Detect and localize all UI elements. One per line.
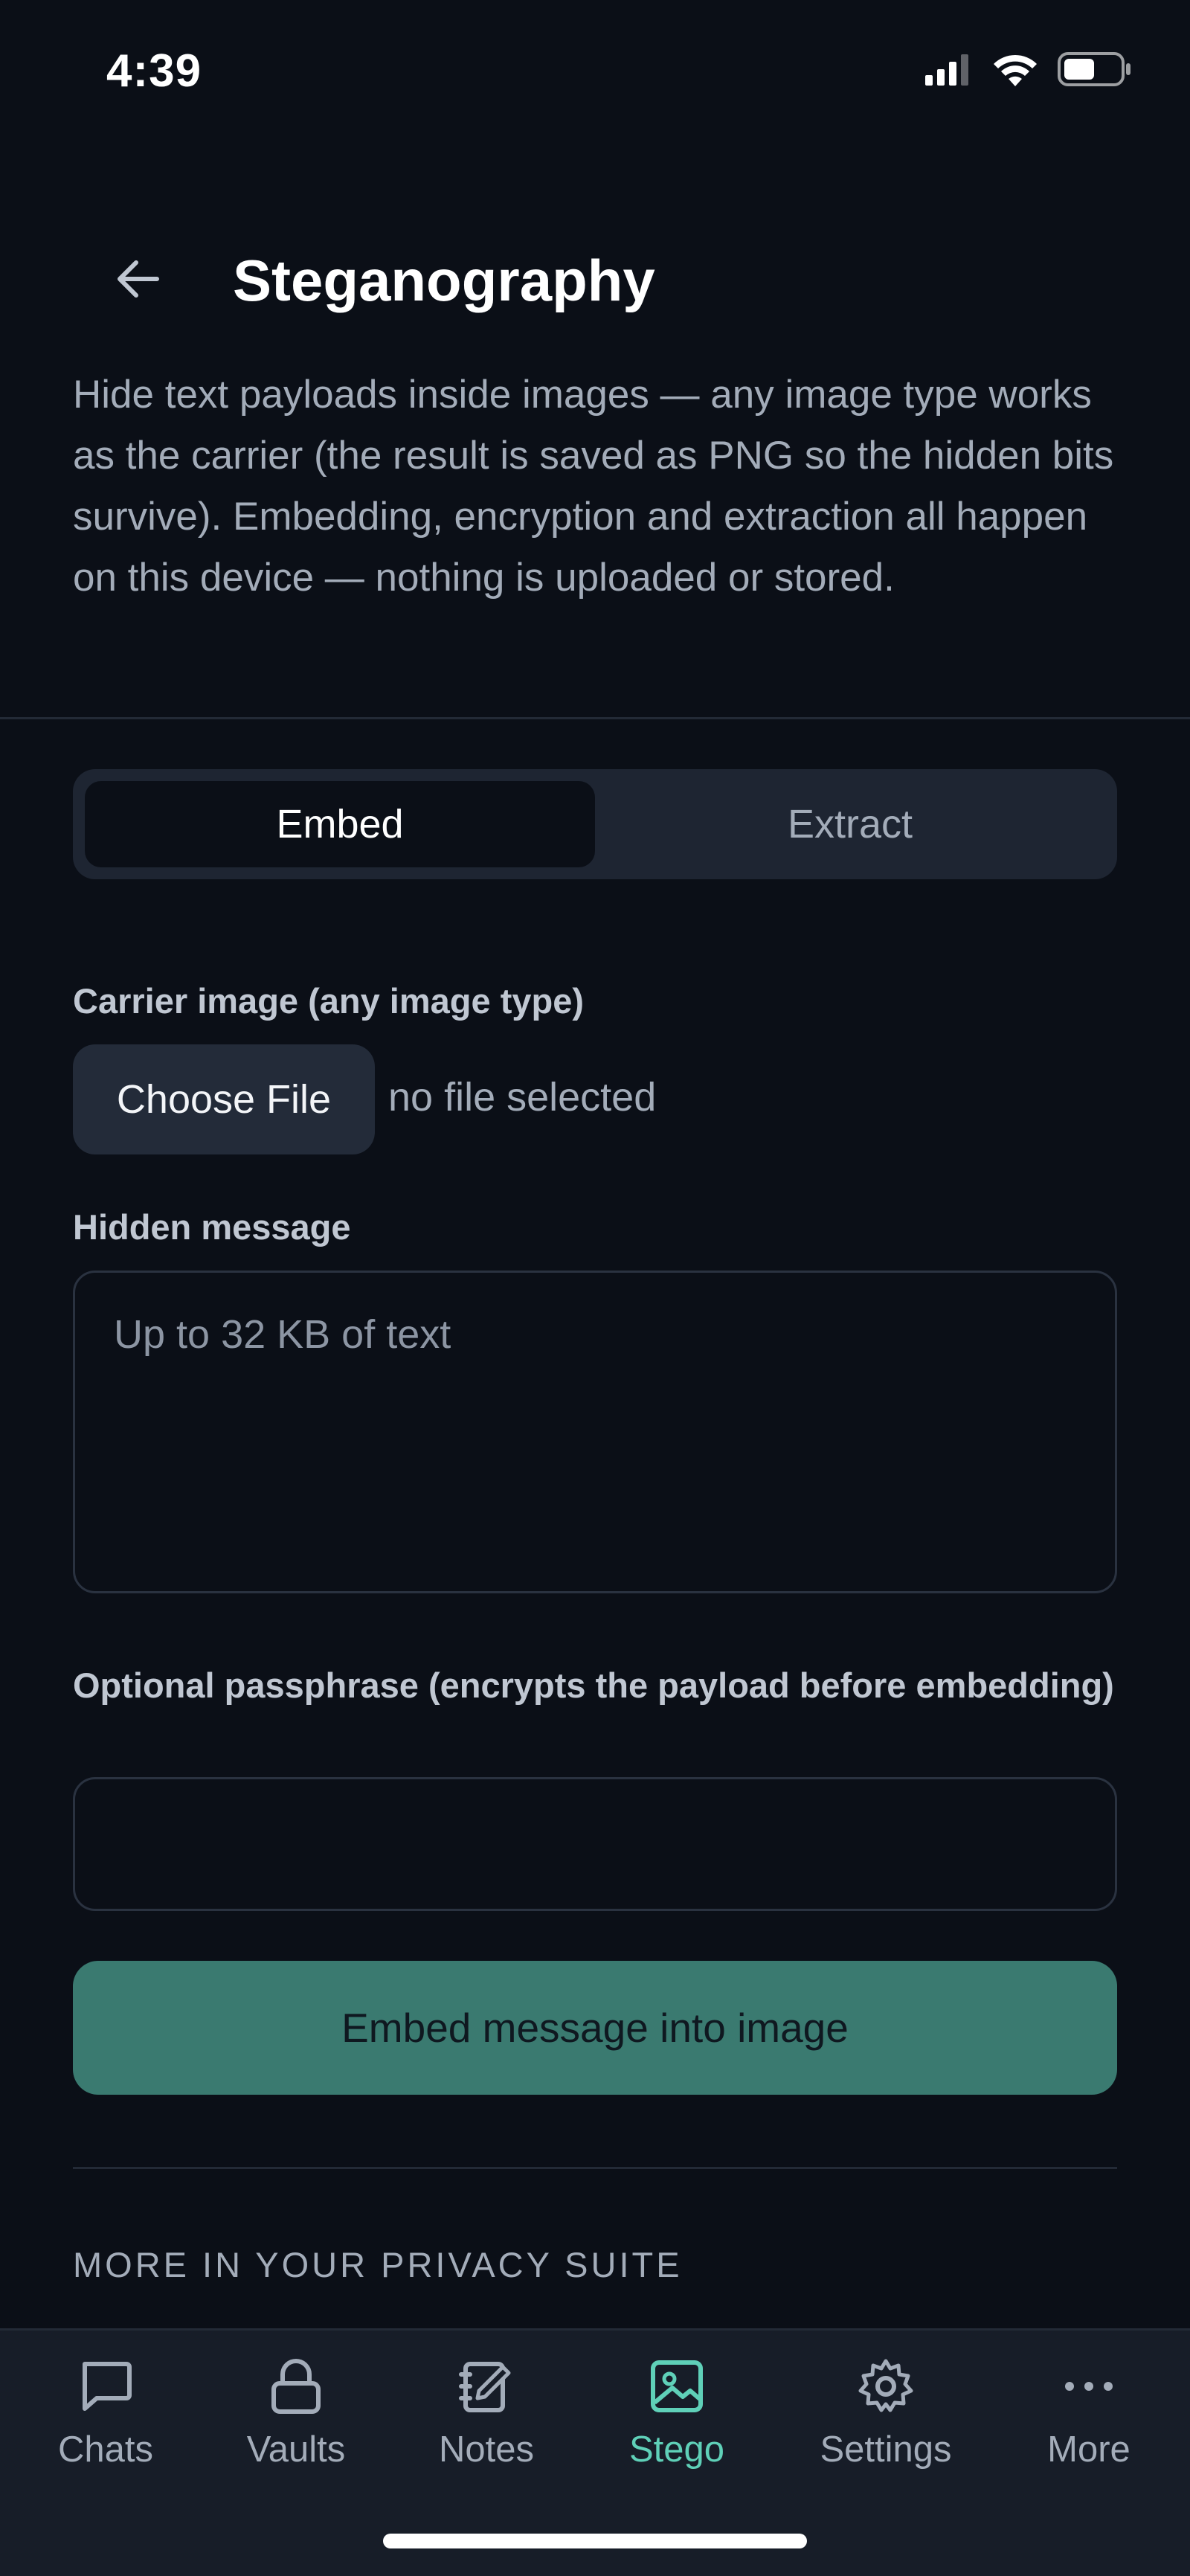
choose-file-button[interactable]: Choose File [73, 1044, 375, 1154]
cellular-signal-icon [925, 54, 968, 86]
lock-icon [263, 2353, 329, 2420]
tab-vaults[interactable]: Vaults [207, 2353, 385, 2470]
tab-notes-label: Notes [438, 2429, 534, 2470]
battery-icon [1058, 52, 1130, 86]
hidden-message-textarea[interactable]: Up to 32 KB of text [73, 1271, 1117, 1593]
wifi-icon [994, 54, 1037, 86]
tab-stego-label: Stego [628, 2429, 725, 2470]
home-indicator[interactable] [383, 2534, 807, 2548]
arrow-left-icon [118, 260, 159, 298]
hidden-message-label: Hidden message [73, 1207, 351, 1247]
privacy-suite-heading: MORE IN YOUR PRIVACY SUITE [73, 2245, 683, 2284]
steganography-screen: 4:39 Steganography Hide text payloads in… [0, 0, 1190, 2576]
embed-message-button[interactable]: Embed message into image [73, 1961, 1117, 2095]
file-status: no file selected [388, 1075, 657, 1120]
mode-switch: Embed Extract [73, 769, 1117, 879]
tab-embed[interactable]: Embed [85, 781, 595, 867]
carrier-image-label: Carrier image (any image type) [73, 981, 584, 1021]
status-time: 4:39 [106, 45, 202, 97]
header-divider [0, 717, 1190, 719]
tab-chats[interactable]: Chats [16, 2353, 195, 2470]
tab-stego[interactable]: Stego [588, 2353, 766, 2470]
tab-more[interactable]: More [1000, 2353, 1178, 2470]
passphrase-input[interactable] [73, 1777, 1117, 1911]
status-icons [925, 52, 1132, 86]
passphrase-label: Optional passphrase (encrypts the payloa… [73, 1666, 1114, 1705]
image-icon [643, 2353, 710, 2420]
gear-icon [852, 2353, 919, 2420]
back-button[interactable] [104, 245, 171, 312]
ellipsis-icon [1055, 2353, 1122, 2420]
tab-notes[interactable]: Notes [397, 2353, 576, 2470]
tab-settings[interactable]: Settings [797, 2353, 975, 2470]
tab-settings-label: Settings [820, 2429, 952, 2470]
page-description: Hide text payloads inside images — any i… [73, 373, 1114, 600]
hidden-message-placeholder: Up to 32 KB of text [114, 1312, 451, 1357]
notebook-icon [453, 2353, 520, 2420]
page-title: Steganography [233, 248, 655, 313]
section-divider [73, 2167, 1117, 2169]
tab-chats-label: Chats [57, 2429, 153, 2470]
chat-bubble-icon [72, 2353, 139, 2420]
tab-extract[interactable]: Extract [595, 781, 1105, 867]
tab-more-label: More [1047, 2429, 1130, 2470]
tab-vaults-label: Vaults [246, 2429, 346, 2470]
